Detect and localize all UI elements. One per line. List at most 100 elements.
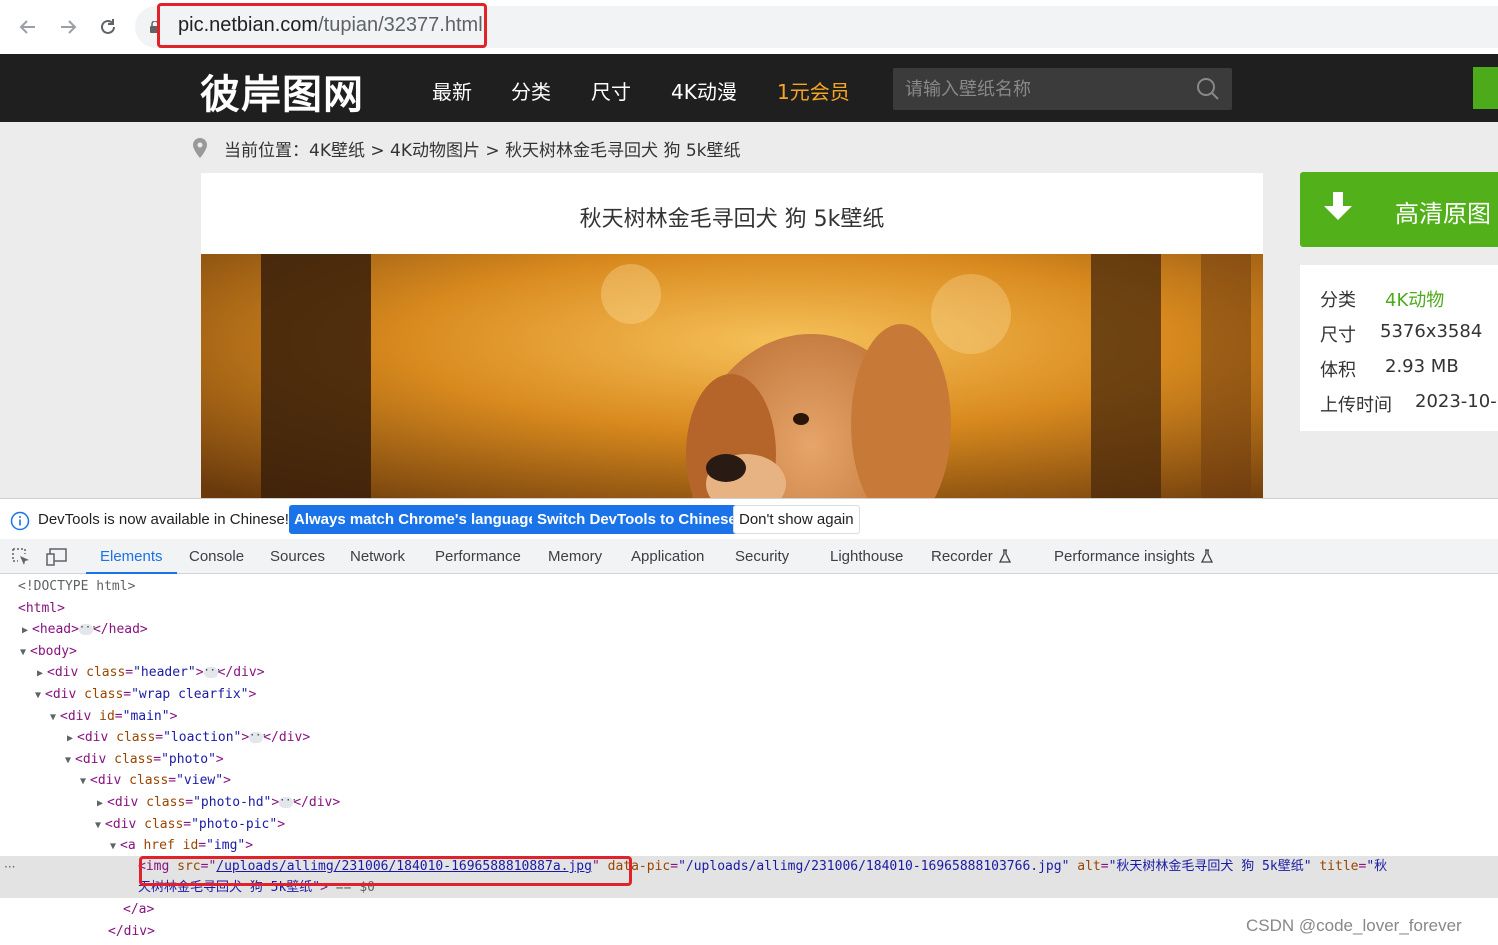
attr-value: "wrap clearfix" xyxy=(131,687,249,702)
tab-recorder[interactable]: Recorder xyxy=(931,539,1011,574)
expand-triangle-icon[interactable]: ▶ xyxy=(97,793,107,814)
info-value[interactable]: 4K动物 xyxy=(1385,286,1444,312)
info-row-size: 尺寸 5376x3584 xyxy=(1320,321,1482,347)
tab-application[interactable]: Application xyxy=(631,539,704,574)
tab-performance[interactable]: Performance xyxy=(435,539,521,574)
search-input[interactable] xyxy=(893,68,1183,110)
info-value: 2.93 MB xyxy=(1385,356,1459,377)
info-row-filesize: 体积 2.93 MB xyxy=(1320,356,1459,382)
attr-name: class xyxy=(146,795,186,810)
breadcrumb-item[interactable]: 4K动物图片 xyxy=(390,141,480,161)
reload-button[interactable] xyxy=(93,12,123,42)
info-label: 上传时间 xyxy=(1320,395,1392,416)
ellipsis-icon[interactable]: ··· xyxy=(203,666,222,678)
dom-node-div-photo[interactable]: ▼ <div class="photo"> xyxy=(0,749,1498,770)
dom-node-div-header[interactable]: ▶ <div class="header">···</div> xyxy=(0,662,1498,683)
doctype-text: <!DOCTYPE html> xyxy=(18,579,136,594)
collapse-triangle-icon[interactable]: ▼ xyxy=(65,750,75,771)
nav-latest[interactable]: 最新 xyxy=(432,76,472,105)
tag-text: <div xyxy=(60,709,92,724)
collapse-triangle-icon[interactable]: ▼ xyxy=(95,815,105,836)
attr-value: "photo-hd" xyxy=(193,795,272,810)
tab-elements[interactable]: Elements xyxy=(86,539,177,574)
info-icon xyxy=(10,511,30,531)
collapse-triangle-icon[interactable]: ▼ xyxy=(20,642,30,663)
breadcrumb-current: 秋天树林金毛寻回犬 狗 5k壁纸 xyxy=(505,141,741,161)
tab-lighthouse[interactable]: Lighthouse xyxy=(830,539,903,574)
inspect-element-icon[interactable] xyxy=(11,547,31,567)
reload-icon xyxy=(101,19,115,34)
more-options-icon[interactable]: ··· xyxy=(4,860,15,874)
download-hd-button[interactable]: 高清原图 xyxy=(1300,172,1498,247)
attr-name: class xyxy=(84,687,124,702)
collapse-triangle-icon[interactable]: ▼ xyxy=(110,836,120,857)
attr-value: "/uploads/allimg/231006/184010-169658881… xyxy=(678,859,1070,874)
tab-network[interactable]: Network xyxy=(350,539,405,574)
devtools-language-infobar: DevTools is now available in Chinese! Al… xyxy=(0,499,1498,539)
nav-vip[interactable]: 1元会员 xyxy=(777,76,850,105)
tab-performance-insights[interactable]: Performance insights xyxy=(1054,539,1213,574)
elements-dom-tree: <!DOCTYPE html> <html> ▶ <head>···</head>… xyxy=(0,575,1498,945)
tag-text: <div xyxy=(105,817,137,832)
attr-value: "loaction" xyxy=(163,730,242,745)
dom-node-div-view[interactable]: ▼ <div class="view"> xyxy=(0,770,1498,791)
breadcrumb-prefix: 当前位置： xyxy=(224,141,309,161)
switch-to-chinese-button[interactable]: Switch DevTools to Chinese xyxy=(532,505,742,534)
dom-node-div-wrap[interactable]: ▼ <div class="wrap clearfix"> xyxy=(0,684,1498,705)
collapse-triangle-icon[interactable]: ▼ xyxy=(35,685,45,706)
dom-node-div-photo-hd[interactable]: ▶ <div class="photo-hd">···</div> xyxy=(0,792,1498,813)
attr-value: "秋天树林金毛寻回犬 狗 5k壁纸" xyxy=(1108,859,1312,874)
site-logo[interactable]: 彼岸图网 xyxy=(200,62,364,120)
dom-node-html[interactable]: <html> xyxy=(0,598,1498,619)
expand-triangle-icon[interactable]: ▶ xyxy=(37,663,47,684)
dom-node-div-loaction[interactable]: ▶ <div class="loaction">···</div> xyxy=(0,727,1498,748)
attr-value: "秋 xyxy=(1366,859,1388,874)
dom-node-div-photo-pic[interactable]: ▼ <div class="photo-pic"> xyxy=(0,814,1498,835)
tab-memory[interactable]: Memory xyxy=(548,539,602,574)
tag-text: <div xyxy=(47,665,79,680)
browser-toolbar: pic.netbian.com/tupian/32377.html xyxy=(0,0,1498,54)
breadcrumb-item[interactable]: 4K壁纸 xyxy=(309,141,365,161)
dont-show-again-button[interactable]: Don't show again xyxy=(733,505,860,534)
login-tab[interactable] xyxy=(1473,67,1498,109)
attr-name: class xyxy=(144,817,184,832)
collapse-triangle-icon[interactable]: ▼ xyxy=(50,707,60,728)
forward-button[interactable] xyxy=(53,12,83,42)
download-arrow-icon xyxy=(1324,192,1352,220)
ellipsis-icon[interactable]: ··· xyxy=(78,623,97,635)
dom-node-head[interactable]: ▶ <head>···</head> xyxy=(0,619,1498,640)
tab-console[interactable]: Console xyxy=(189,539,244,574)
breadcrumb: 当前位置：4K壁纸 > 4K动物图片 > 秋天树林金毛寻回犬 狗 5k壁纸 xyxy=(224,136,741,161)
tab-sources[interactable]: Sources xyxy=(270,539,325,574)
tag-text: <a xyxy=(120,838,136,853)
attr-value: "view" xyxy=(176,773,224,788)
tag-text: <div xyxy=(75,752,107,767)
expand-triangle-icon[interactable]: ▶ xyxy=(22,620,32,641)
dom-node-div-main[interactable]: ▼ <div id="main"> xyxy=(0,706,1498,727)
img-src-highlight-box xyxy=(139,856,632,886)
info-panel: 分类 4K动物 尺寸 5376x3584 体积 2.93 MB 上传时间 2023-10… xyxy=(1300,265,1498,431)
device-toolbar-icon[interactable] xyxy=(46,547,68,567)
tag-text: <body> xyxy=(30,644,77,659)
attr-name: class xyxy=(129,773,169,788)
expand-triangle-icon[interactable]: ▶ xyxy=(67,728,77,749)
search-icon[interactable] xyxy=(1196,77,1220,101)
wallpaper-image[interactable] xyxy=(201,254,1263,498)
dom-node-doctype[interactable]: <!DOCTYPE html> xyxy=(0,576,1498,597)
collapse-triangle-icon[interactable]: ▼ xyxy=(80,771,90,792)
tag-text: </div> xyxy=(263,730,311,745)
always-match-language-button[interactable]: Always match Chrome's language xyxy=(289,505,542,534)
nav-category[interactable]: 分类 xyxy=(511,76,551,105)
attr-name: class xyxy=(86,665,126,680)
nav-size[interactable]: 尺寸 xyxy=(591,76,631,105)
dom-node-body[interactable]: ▼ <body> xyxy=(0,641,1498,662)
dom-node-a[interactable]: ▼ <a href id="img"> xyxy=(0,835,1498,856)
tag-text: <div xyxy=(45,687,77,702)
nav-4k-anime[interactable]: 4K动漫 xyxy=(671,76,737,105)
tab-security[interactable]: Security xyxy=(735,539,789,574)
attr-value: "main" xyxy=(122,709,170,724)
attr-name: title xyxy=(1319,859,1359,874)
back-button[interactable] xyxy=(13,12,43,42)
ellipsis-icon[interactable]: ··· xyxy=(279,796,297,808)
ellipsis-icon[interactable]: ··· xyxy=(249,731,267,743)
